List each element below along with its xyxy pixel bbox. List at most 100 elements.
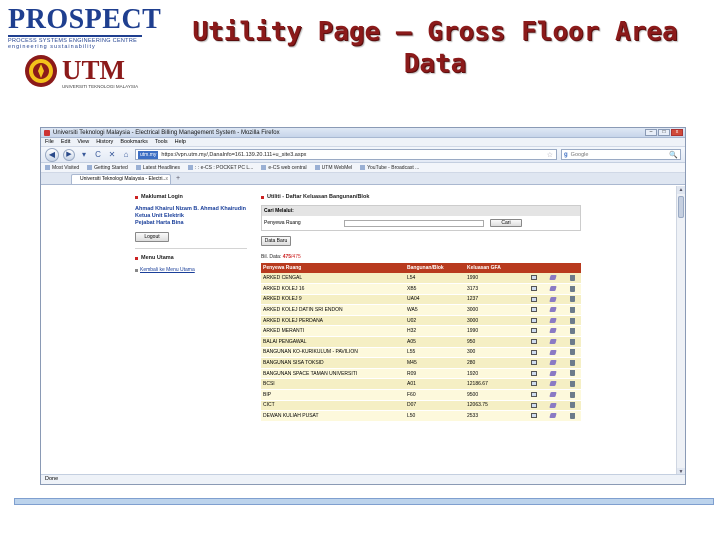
navigation-toolbar: ◀ ▶ ▾ C ✕ ⌂ utm.my https://vpn.utm.my/,D… [41,147,685,163]
menu-help[interactable]: Help [175,139,186,145]
delete-icon[interactable] [569,412,575,419]
utility-title: Utiliti - Daftar Keluasan Bangunan/Blok [267,194,370,200]
view-icon[interactable] [531,275,537,281]
block-cell: WA5 [405,304,465,316]
tenant-cell: ARKED KOLEJ DATIN SRI ENDON [261,304,405,316]
view-icon[interactable] [531,370,537,376]
search-button[interactable]: Cari [490,219,522,227]
edit-icon[interactable] [549,286,557,292]
edit-icon[interactable] [549,349,557,355]
delete-icon[interactable] [569,328,575,335]
edit-icon[interactable] [549,328,557,334]
delete-icon[interactable] [569,285,575,292]
block-cell: A01 [405,378,465,391]
edit-icon[interactable] [549,360,557,366]
tab-active[interactable]: Universiti Teknologi Malaysia - Electri.… [71,174,171,184]
bookmark-utm-webmail[interactable]: UTM WebMel [315,165,352,171]
delete-icon[interactable] [569,338,575,345]
edit-icon[interactable] [549,275,557,281]
tab-close-icon[interactable]: x [166,175,169,184]
forward-icon[interactable]: ▶ [63,148,75,161]
close-window-button[interactable]: x [671,129,683,136]
view-icon[interactable] [531,402,537,408]
delete-icon[interactable] [569,381,575,388]
view-icon[interactable] [531,328,537,334]
bookmark-youtube[interactable]: YouTube - Broadcast ... [360,165,419,171]
home-icon[interactable]: ⌂ [121,150,131,159]
stop-icon[interactable]: ✕ [107,150,117,159]
view-icon[interactable] [531,339,537,345]
delete-icon[interactable] [569,317,575,324]
record-count-shown: 475 [282,254,292,260]
menu-file[interactable]: File [45,139,54,145]
view-icon[interactable] [531,381,537,387]
bookmarks-toolbar: Most Visited Getting Started Latest Head… [41,163,685,173]
delete-icon[interactable] [569,306,575,313]
edit-icon[interactable] [549,317,557,323]
delete-icon[interactable] [569,370,575,377]
tenant-search-input[interactable] [344,219,484,227]
vertical-scrollbar[interactable]: ▲ ▼ [676,186,685,476]
menu-view[interactable]: View [77,139,89,145]
delete-icon[interactable] [569,274,575,281]
column-header: Keluasan GFA [465,263,525,273]
tenant-cell: BANGUNAN KO-KURIKULUM - PAVILION [261,347,405,359]
logout-button[interactable]: Logout [135,232,169,243]
new-data-button[interactable]: Data Baru [261,236,291,246]
edit-icon[interactable] [549,339,557,345]
bookmark-ecs-pocket[interactable]: : : e-CS : POCKET PC L... [188,165,253,171]
menu-edit[interactable]: Edit [61,139,70,145]
menu-tools[interactable]: Tools [155,139,168,145]
gfa-cell: 1920 [465,368,525,380]
view-icon[interactable] [531,392,537,397]
menu-bar: File Edit View History Bookmarks Tools H… [41,138,685,147]
site-identity-badge[interactable]: utm.my [138,150,159,159]
maximize-button[interactable]: □ [658,129,670,136]
menu-bookmarks[interactable]: Bookmarks [120,139,148,145]
delete-icon[interactable] [569,359,575,366]
gfa-cell: 1990 [465,325,525,338]
view-icon[interactable] [531,286,537,292]
bookmark-star-icon[interactable]: ☆ [547,151,553,159]
edit-icon[interactable] [549,402,557,408]
new-tab-icon[interactable]: + [173,175,183,184]
address-bar[interactable]: utm.my https://vpn.utm.my/,DanaInfo=161.… [135,149,557,160]
edit-icon[interactable] [549,307,557,313]
edit-icon[interactable] [549,413,557,419]
bookmark-getting-started[interactable]: Getting Started [87,165,128,171]
bookmark-most-visited[interactable]: Most Visited [45,165,79,171]
reload-icon[interactable]: C [93,150,103,159]
prospect-logo: PROSPECT PROCESS SYSTEMS ENGINEERING CEN… [8,6,161,50]
bookmark-ecs-web-central[interactable]: e-CS web central [261,165,306,171]
minimize-button[interactable]: – [645,129,657,136]
view-icon[interactable] [531,349,537,355]
scrollbar-thumb[interactable] [678,196,684,218]
view-icon[interactable] [531,307,537,313]
view-icon[interactable] [531,317,537,323]
history-dropdown-icon[interactable]: ▾ [79,150,89,159]
delete-icon[interactable] [569,349,575,356]
back-to-main-menu-link[interactable]: Kembali ke Menu Utama [135,267,255,273]
tab-bar: Universiti Teknologi Malaysia - Electri.… [41,173,685,185]
edit-icon[interactable] [549,392,557,397]
delete-icon[interactable] [569,391,575,398]
back-icon[interactable]: ◀ [45,147,59,162]
search-input[interactable]: g Google 🔍 [561,149,681,160]
view-icon[interactable] [531,296,537,302]
tab-title: Universiti Teknologi Malaysia - Electri.… [80,176,167,182]
edit-icon[interactable] [549,296,557,302]
status-text: Done [45,476,59,482]
search-panel-header: Cari Melalui: [262,206,580,216]
delete-icon[interactable] [569,402,575,409]
delete-icon[interactable] [569,296,575,303]
window-title: Universiti Teknologi Malaysia - Electric… [53,129,280,136]
menu-history[interactable]: History [96,139,113,145]
edit-icon[interactable] [549,370,557,376]
bookmark-latest-headlines[interactable]: Latest Headlines [136,165,180,171]
view-icon[interactable] [531,360,537,366]
scroll-up-icon[interactable]: ▲ [677,186,685,194]
gfa-cell: 280 [465,357,525,369]
search-icon[interactable]: 🔍 [669,151,678,159]
view-icon[interactable] [531,413,537,419]
edit-icon[interactable] [549,381,557,387]
